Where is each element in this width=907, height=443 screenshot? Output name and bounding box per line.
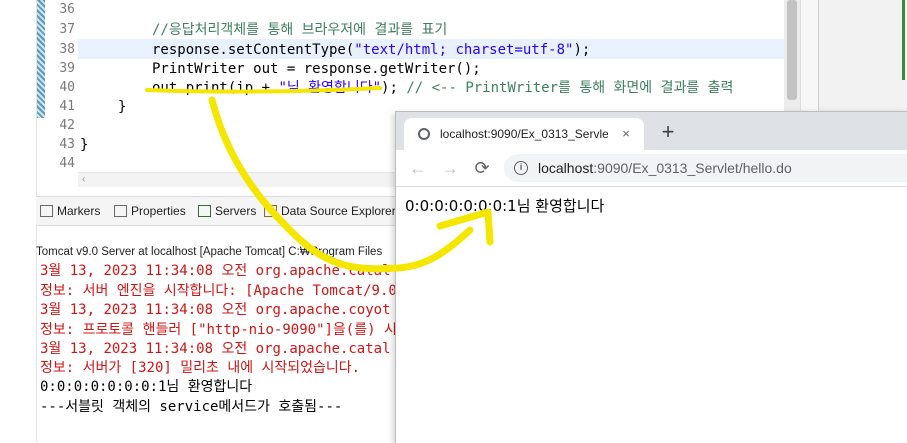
- console-line: 3월 13, 2023 11:34:08 오전 org.apache.catal: [40, 263, 391, 279]
- tab-label: Servers: [215, 204, 257, 218]
- line-number: 39: [59, 61, 75, 76]
- code-string: "text/html; charset=utf-8": [354, 42, 574, 58]
- browser-window: localhost:9090/Ex_0313_Servlet/ × + ← → …: [395, 111, 907, 443]
- console-header: Tomcat v9.0 Server at localhost [Apache …: [36, 246, 383, 258]
- console-output[interactable]: 3월 13, 2023 11:34:08 오전 org.apache.catal…: [36, 262, 416, 442]
- database-icon: [264, 205, 277, 217]
- code-line: }: [118, 99, 127, 115]
- console-line: 정보: 서버 엔진을 시작합니다: [Apache Tomcat/9.0.: [40, 283, 406, 299]
- console-line: 정보: 프로토콜 핸들러 ["http-nio-9090"]을(를) 시작: [40, 322, 410, 338]
- properties-icon: [114, 205, 127, 217]
- forward-button[interactable]: →: [436, 154, 464, 182]
- tab-properties[interactable]: Properties: [114, 197, 186, 225]
- code-text: );: [381, 80, 407, 96]
- line-number-gutter: 36 37 38 39 40 41 42 43 44: [45, 0, 77, 178]
- url-host: localhost: [538, 160, 594, 176]
- tab-servers[interactable]: Servers: [198, 197, 256, 225]
- console-line: 정보: 서버가 [320] 밀리초 내에 시작되었습니다.: [40, 360, 361, 376]
- panel-tab-bar: Markers Properties Servers Data Source E…: [36, 196, 416, 226]
- info-icon[interactable]: i: [514, 161, 528, 175]
- line-number: 41: [59, 99, 75, 114]
- code-line: out.print(ip + "님 환영합니다"); // <-- PrintW…: [152, 78, 733, 98]
- browser-toolbar: ← → ⟳ i localhost:9090/Ex_0313_Servlet/h…: [396, 150, 907, 187]
- code-string: "님 환영합니다": [278, 80, 382, 96]
- tab-data-source-explorer[interactable]: Data Source Explorer: [264, 197, 396, 225]
- side-view-accent: [902, 0, 905, 80]
- browser-tab[interactable]: localhost:9090/Ex_0313_Servlet/ ×: [404, 118, 644, 150]
- page-content: 0:0:0:0:0:0:0:1님 환영합니다: [396, 187, 907, 443]
- close-tab-icon[interactable]: ×: [618, 126, 634, 142]
- code-text: );: [573, 42, 591, 58]
- url-path: :9090/Ex_0313_Servlet/hello.do: [593, 160, 792, 176]
- markers-icon: [40, 205, 53, 217]
- console-line: ---서블릿 객체의 service메서드가 호출됨---: [40, 399, 343, 415]
- console-line: 0:0:0:0:0:0:0:1님 환영합니다: [40, 379, 253, 395]
- line-number: 44: [59, 156, 75, 171]
- code-comment: // <-- PrintWriter를 통해 화면에 결과를 출력: [406, 80, 734, 96]
- console-line: 3월 13, 2023 11:34:08 오전 org.apache.coyot: [40, 302, 391, 318]
- new-tab-button[interactable]: +: [654, 118, 682, 146]
- servers-icon: [198, 205, 211, 217]
- address-bar[interactable]: i localhost:9090/Ex_0313_Servlet/hello.d…: [504, 154, 907, 182]
- browser-tab-strip: localhost:9090/Ex_0313_Servlet/ × +: [396, 112, 907, 150]
- browser-tab-title: localhost:9090/Ex_0313_Servlet/: [440, 127, 608, 141]
- line-number: 36: [59, 2, 75, 17]
- change-ruler: [36, 0, 45, 118]
- line-number: 42: [59, 118, 75, 133]
- line-number: 40: [59, 80, 75, 95]
- code-line: response.setContentType("text/html; char…: [152, 40, 590, 60]
- tab-label: Markers: [57, 204, 101, 218]
- console-line: 3월 13, 2023 11:34:08 오전 org.apache.catal: [40, 341, 391, 357]
- code-text: response.setContentType(: [152, 42, 355, 58]
- url-text: localhost:9090/Ex_0313_Servlet/hello.do: [538, 154, 792, 182]
- back-button[interactable]: ←: [404, 154, 432, 182]
- tab-markers[interactable]: Markers: [40, 197, 100, 225]
- line-number: 43: [59, 137, 75, 152]
- line-number: 37: [59, 22, 75, 37]
- tab-label: Properties: [131, 204, 186, 218]
- scroll-left-icon[interactable]: ‹: [82, 173, 85, 187]
- line-number: 38: [59, 42, 75, 57]
- tab-label: Data Source Explorer: [281, 204, 396, 218]
- globe-icon: [418, 128, 430, 140]
- reload-button[interactable]: ⟳: [468, 154, 496, 182]
- code-comment-line: //응답처리객체를 통해 브라우저에 결과를 표기: [152, 22, 448, 38]
- code-line: PrintWriter out = response.getWriter();: [152, 61, 481, 77]
- scroll-thumb[interactable]: [787, 0, 797, 100]
- code-line: }: [80, 137, 89, 153]
- page-output-text: 0:0:0:0:0:0:0:1님 환영합니다: [405, 197, 605, 215]
- code-text: out.print(ip +: [152, 80, 279, 96]
- left-trim: [0, 0, 37, 442]
